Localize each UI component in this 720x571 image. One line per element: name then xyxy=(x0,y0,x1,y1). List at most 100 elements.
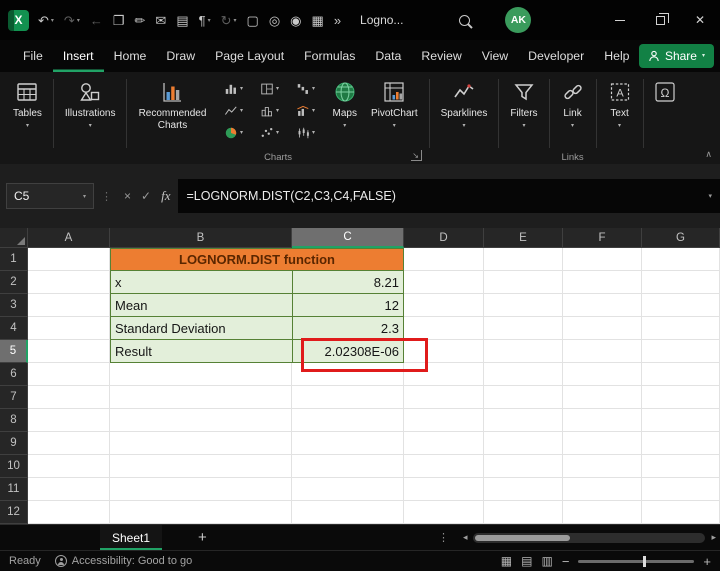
table-cell-B2[interactable]: x xyxy=(110,271,292,294)
zoom-in-icon[interactable]: + xyxy=(703,554,711,569)
table-cell-C2[interactable]: 8.21 xyxy=(292,271,404,294)
camera-icon[interactable]: ◉ xyxy=(290,14,301,27)
cell-E7[interactable] xyxy=(484,386,563,409)
formula-expand-icon[interactable]: ▾ xyxy=(708,192,712,200)
scroll-right-icon[interactable]: ▸ xyxy=(711,532,716,543)
cell-F6[interactable] xyxy=(563,363,642,386)
histogram-chart-icon[interactable]: ▾ xyxy=(251,100,287,122)
cell-D3[interactable] xyxy=(404,294,484,317)
cell-E10[interactable] xyxy=(484,455,563,478)
cell-A10[interactable] xyxy=(28,455,110,478)
accessibility-status[interactable]: Accessibility: Good to go xyxy=(55,555,192,567)
column-header-C[interactable]: C xyxy=(292,228,404,248)
tab-review[interactable]: Review xyxy=(411,40,471,72)
refresh-icon[interactable]: ↻▾ xyxy=(221,14,237,27)
tab-file[interactable]: File xyxy=(13,40,53,72)
copy-icon[interactable]: ❐ xyxy=(113,14,125,27)
link-button[interactable]: Link ▾ xyxy=(554,76,592,132)
row-header-8[interactable]: 8 xyxy=(0,409,28,432)
share-button[interactable]: Share ▾ xyxy=(639,44,714,68)
undo-icon[interactable]: ↶▾ xyxy=(38,14,54,27)
cell-F10[interactable] xyxy=(563,455,642,478)
new-sheet-button[interactable]: + xyxy=(162,525,207,550)
pivotchart-button[interactable]: PivotChart ▾ xyxy=(364,76,425,132)
cancel-icon[interactable]: × xyxy=(124,189,131,203)
column-header-G[interactable]: G xyxy=(642,228,720,248)
text-button[interactable]: Text ▾ xyxy=(601,76,639,132)
cell-C12[interactable] xyxy=(292,501,404,524)
cell-A5[interactable] xyxy=(28,340,110,363)
zoom-slider[interactable] xyxy=(578,560,694,563)
cell-B12[interactable] xyxy=(110,501,292,524)
cell-G6[interactable] xyxy=(642,363,720,386)
normal-view-icon[interactable]: ▦ xyxy=(501,554,512,568)
tab-splitter-handle[interactable]: ⋮ xyxy=(438,531,449,544)
tab-draw[interactable]: Draw xyxy=(156,40,205,72)
cell-A3[interactable] xyxy=(28,294,110,317)
cell-E9[interactable] xyxy=(484,432,563,455)
cell-F2[interactable] xyxy=(563,271,642,294)
cell-E2[interactable] xyxy=(484,271,563,294)
tab-formulas[interactable]: Formulas xyxy=(294,40,365,72)
cell-D2[interactable] xyxy=(404,271,484,294)
zoom-out-icon[interactable]: − xyxy=(562,554,570,569)
page-layout-view-icon[interactable]: ▤ xyxy=(521,554,532,568)
treemap-chart-icon[interactable]: ▾ xyxy=(251,78,287,100)
row-header-2[interactable]: 2 xyxy=(0,271,28,294)
excel-logo-icon[interactable]: X xyxy=(8,10,29,31)
row-header-10[interactable]: 10 xyxy=(0,455,28,478)
cell-F3[interactable] xyxy=(563,294,642,317)
cell-E11[interactable] xyxy=(484,478,563,501)
tables-button[interactable]: Tables ▾ xyxy=(6,76,49,132)
cell-G9[interactable] xyxy=(642,432,720,455)
row-header-5[interactable]: 5 xyxy=(0,340,28,363)
cell-A2[interactable] xyxy=(28,271,110,294)
cell-C9[interactable] xyxy=(292,432,404,455)
cell-G4[interactable] xyxy=(642,317,720,340)
cell-D9[interactable] xyxy=(404,432,484,455)
blank-page-icon[interactable]: ▢ xyxy=(247,14,259,27)
cell-A9[interactable] xyxy=(28,432,110,455)
column-header-E[interactable]: E xyxy=(484,228,563,248)
row-header-7[interactable]: 7 xyxy=(0,386,28,409)
cell-C10[interactable] xyxy=(292,455,404,478)
search-icon[interactable] xyxy=(454,15,474,26)
formula-input[interactable]: =LOGNORM.DIST(C2,C3,C4,FALSE) ▾ xyxy=(178,179,720,213)
tab-home[interactable]: Home xyxy=(104,40,157,72)
cell-B7[interactable] xyxy=(110,386,292,409)
row-header-6[interactable]: 6 xyxy=(0,363,28,386)
cell-D1[interactable] xyxy=(404,248,484,271)
zoom-slider-thumb[interactable] xyxy=(643,556,646,567)
back-icon[interactable]: ← xyxy=(90,14,103,27)
cell-E3[interactable] xyxy=(484,294,563,317)
row-header-11[interactable]: 11 xyxy=(0,478,28,501)
column-chart-icon[interactable]: ▾ xyxy=(215,78,251,100)
table-grid-icon[interactable]: ▦ xyxy=(312,14,324,27)
table-cell-B3[interactable]: Mean xyxy=(110,294,292,317)
sparklines-button[interactable]: Sparklines ▾ xyxy=(434,76,495,132)
column-header-F[interactable]: F xyxy=(563,228,642,248)
cell-B10[interactable] xyxy=(110,455,292,478)
column-header-D[interactable]: D xyxy=(404,228,484,248)
page-break-view-icon[interactable]: ▥ xyxy=(541,554,552,568)
cell-G2[interactable] xyxy=(642,271,720,294)
tab-insert[interactable]: Insert xyxy=(53,40,104,72)
mail-icon[interactable]: ✉ xyxy=(155,14,166,27)
cell-E4[interactable] xyxy=(484,317,563,340)
cell-C11[interactable] xyxy=(292,478,404,501)
tab-data[interactable]: Data xyxy=(365,40,411,72)
row-header-3[interactable]: 3 xyxy=(0,294,28,317)
cell-G8[interactable] xyxy=(642,409,720,432)
recommended-charts-button[interactable]: Recommended Charts xyxy=(131,76,213,134)
cell-A12[interactable] xyxy=(28,501,110,524)
cell-F4[interactable] xyxy=(563,317,642,340)
line-chart-icon[interactable]: ▾ xyxy=(215,100,251,122)
tab-developer[interactable]: Developer xyxy=(518,40,594,72)
scatter-chart-icon[interactable]: ▾ xyxy=(251,122,287,144)
cell-D7[interactable] xyxy=(404,386,484,409)
tab-help[interactable]: Help xyxy=(594,40,639,72)
cell-G12[interactable] xyxy=(642,501,720,524)
target-icon[interactable]: ◎ xyxy=(269,14,280,27)
restore-button[interactable] xyxy=(640,0,680,40)
cell-F11[interactable] xyxy=(563,478,642,501)
